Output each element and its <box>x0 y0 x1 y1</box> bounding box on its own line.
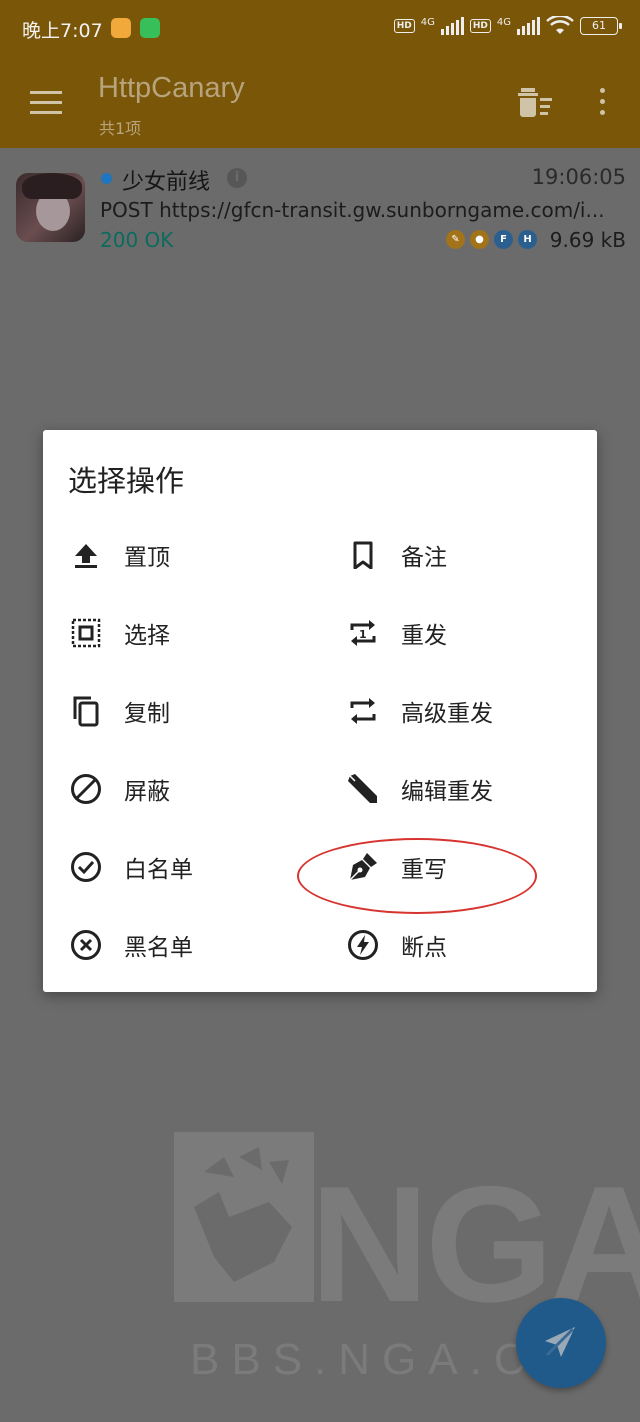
option-label: 置顶 <box>124 545 170 571</box>
option-whitelist[interactable]: 白名单 <box>68 837 193 897</box>
request-time: 19:06:05 <box>531 165 626 189</box>
option-breakpoint[interactable]: 断点 <box>345 915 447 975</box>
option-block[interactable]: 屏蔽 <box>68 759 170 819</box>
info-icon[interactable]: i <box>227 168 247 188</box>
network-label: 4G <box>420 16 435 28</box>
signal-icon-2 <box>517 17 540 35</box>
check-circle-icon <box>68 849 104 885</box>
copy-icon <box>68 693 104 729</box>
status-bar: 晚上7:07 HD 4G HD 4G 61 <box>0 0 640 58</box>
block-icon <box>68 771 104 807</box>
app-subtitle: 共1项 <box>99 119 142 138</box>
option-label: 备注 <box>401 545 447 571</box>
option-note[interactable]: 备注 <box>345 525 447 585</box>
compress-badge-icon: ● <box>470 230 489 249</box>
option-resend[interactable]: 1 重发 <box>345 603 447 663</box>
status-indicators: HD 4G HD 4G 61 <box>393 16 622 36</box>
clear-trash-icon[interactable] <box>518 88 552 118</box>
menu-icon[interactable] <box>30 91 62 115</box>
select-all-icon <box>68 615 104 651</box>
option-label: 白名单 <box>124 857 193 883</box>
notification-app-icon <box>111 18 131 38</box>
protocol-dot <box>101 173 112 184</box>
hd-icon-2: HD <box>469 19 491 33</box>
option-edit-resend[interactable]: 编辑重发 <box>345 759 493 819</box>
option-label: 断点 <box>401 935 447 961</box>
request-app-name: 少女前线 <box>122 170 211 195</box>
dialog-title: 选择操作 <box>68 464 185 498</box>
edit-badge-icon: ✎ <box>446 230 465 249</box>
edit-pencil-icon <box>345 771 381 807</box>
option-label: 复制 <box>124 701 170 727</box>
annotation-highlight-ellipse <box>297 838 537 914</box>
signal-icon <box>440 17 464 35</box>
option-copy[interactable]: 复制 <box>68 681 170 741</box>
option-label: 选择 <box>124 623 170 649</box>
option-label: 高级重发 <box>401 701 493 727</box>
app-toolbar: HttpCanary 共1项 <box>0 58 640 148</box>
option-label: 编辑重发 <box>401 779 493 805</box>
request-status: 200 OK <box>100 228 174 252</box>
battery-icon: 61 <box>580 17 622 35</box>
upload-icon <box>68 537 104 573</box>
h-badge-icon: H <box>518 230 537 249</box>
action-dialog: 选择操作 置顶 备注 选择 1 重发 复制 高级重发 屏蔽 编辑重发 白名单 重… <box>43 430 597 992</box>
option-select[interactable]: 选择 <box>68 603 170 663</box>
status-time: 晚上7:07 <box>22 20 103 42</box>
nga-paw-logo <box>174 1132 314 1302</box>
app-avatar <box>16 173 85 242</box>
option-label: 黑名单 <box>124 935 193 961</box>
repeat-icon <box>345 693 381 729</box>
svg-text:1: 1 <box>359 628 367 641</box>
network-label-2: 4G <box>496 16 511 28</box>
send-fab-button[interactable] <box>516 1298 606 1388</box>
wifi-icon <box>546 16 574 34</box>
repeat-one-icon: 1 <box>345 615 381 651</box>
option-blacklist[interactable]: 黑名单 <box>68 915 193 975</box>
bookmark-icon <box>345 537 381 573</box>
cancel-circle-icon <box>68 927 104 963</box>
hd-icon: HD <box>393 19 415 33</box>
f-badge-icon: F <box>494 230 513 249</box>
option-label: 重发 <box>401 623 447 649</box>
option-advanced-resend[interactable]: 高级重发 <box>345 681 493 741</box>
send-icon <box>545 1327 575 1357</box>
request-url: POST https://gfcn-transit.gw.sunborngame… <box>100 198 605 222</box>
option-pin-top[interactable]: 置顶 <box>68 525 170 585</box>
request-size: 9.69 kB <box>549 228 626 252</box>
app-title: HttpCanary <box>98 72 245 104</box>
page: 晚上7:07 HD 4G HD 4G 61 HttpCanary 共1项 少女前… <box>0 0 640 1422</box>
option-label: 屏蔽 <box>124 779 170 805</box>
breakpoint-icon <box>345 927 381 963</box>
notification-wechat-icon <box>140 18 160 38</box>
more-options-icon[interactable] <box>597 88 607 118</box>
request-badges: ✎ ● F H <box>446 230 537 249</box>
